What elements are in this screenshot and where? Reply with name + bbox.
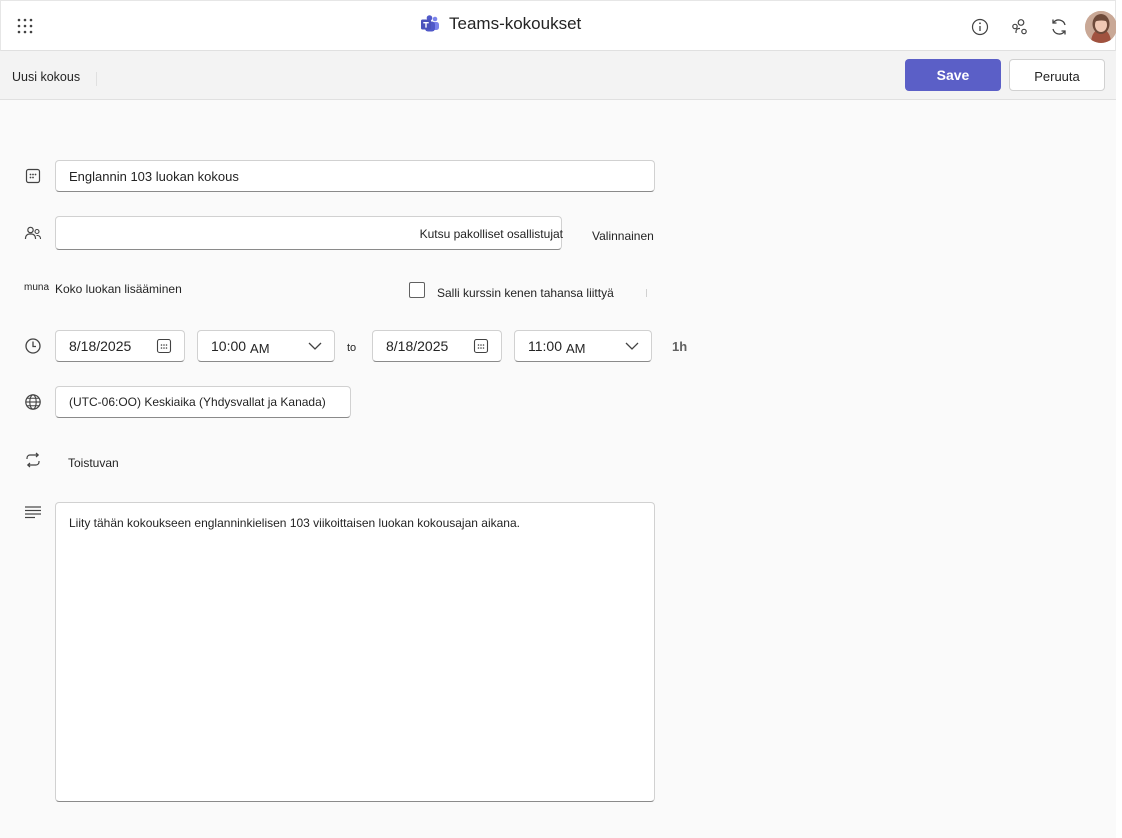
- save-button[interactable]: Save: [905, 59, 1001, 91]
- end-time-dropdown[interactable]: 11:00 AM: [514, 330, 652, 362]
- duration-label: 1h: [672, 339, 688, 354]
- to-label: to: [347, 342, 357, 354]
- end-time-value: 11:00 AM: [515, 338, 586, 356]
- recurring-dropdown[interactable]: Toistuvan: [68, 456, 119, 470]
- top-bar: Teams-kokoukset: [0, 0, 1117, 51]
- optional-attendees-link[interactable]: Valinnainen: [592, 229, 654, 243]
- end-date-value: 8/18/2025: [386, 338, 449, 354]
- teams-logo-icon: [421, 15, 439, 32]
- attendees-input[interactable]: Kutsu pakolliset osallistujat: [55, 216, 563, 250]
- description-editor[interactable]: Liity tähän kokoukseen englanninkielisen…: [55, 502, 655, 802]
- timezone-dropdown[interactable]: (UTC-06:OO) Keskiaika (Yhdysvallat ja Ka…: [55, 386, 351, 418]
- calendar-icon: [473, 338, 489, 354]
- title-input[interactable]: Englannin 103 luokan kokous: [55, 160, 655, 192]
- allow-anyone-checkbox[interactable]: [409, 282, 425, 298]
- start-date-value: 8/18/2025: [69, 338, 132, 354]
- refresh-icon[interactable]: [1048, 16, 1070, 38]
- repeat-icon: [26, 452, 40, 468]
- start-time-value: 10:00 AM: [198, 338, 270, 356]
- end-time-ampm: AM: [566, 341, 586, 356]
- window-edge: [1116, 0, 1122, 838]
- command-bar: Uusi kokous Save Peruuta: [0, 51, 1116, 100]
- user-photo-icon: [1085, 11, 1117, 43]
- chevron-down-icon: [625, 342, 639, 350]
- avatar[interactable]: [1085, 11, 1117, 43]
- globe-icon: [25, 394, 41, 410]
- title-input-value: Englannin 103 luokan kokous: [69, 168, 239, 184]
- description-text: Liity tähän kokoukseen englanninkielisen…: [69, 516, 520, 530]
- page-title: Uusi kokous: [12, 70, 81, 84]
- start-time-ampm: AM: [250, 341, 270, 356]
- cancel-button[interactable]: Peruuta: [1009, 59, 1105, 91]
- timezone-value: (UTC-06:OO) Keskiaika (Yhdysvallat ja Ka…: [69, 395, 326, 409]
- people-settings-icon[interactable]: [1009, 16, 1031, 38]
- start-time-dropdown[interactable]: 10:00 AM: [197, 330, 335, 362]
- info-icon[interactable]: [969, 16, 991, 38]
- start-date-picker[interactable]: 8/18/2025: [55, 330, 185, 362]
- text-align-icon: [25, 506, 41, 519]
- add-class-button[interactable]: Koko luokan lisääminen: [55, 282, 182, 296]
- app-title: Teams-kokoukset: [449, 14, 582, 33]
- people-icon: [24, 226, 42, 239]
- app-launcher-icon[interactable]: [15, 16, 35, 36]
- attendees-placeholder: Kutsu pakolliset osallistujat: [419, 227, 563, 241]
- command-divider: [96, 72, 97, 86]
- clock-icon: [25, 338, 41, 354]
- calendar-icon: [156, 338, 172, 354]
- class-prefix-label: muna: [24, 282, 50, 293]
- calendar-icon: [25, 168, 41, 184]
- app-title-group: Teams-kokoukset: [420, 14, 581, 34]
- end-date-picker[interactable]: 8/18/2025: [372, 330, 502, 362]
- start-time-hours: 10:00: [211, 338, 247, 354]
- allow-anyone-label: Salli kurssin kenen tahansa liittyä: [437, 286, 614, 300]
- end-time-hours: 11:00: [528, 338, 562, 354]
- chevron-down-icon: [308, 342, 322, 350]
- row-divider: [646, 289, 647, 297]
